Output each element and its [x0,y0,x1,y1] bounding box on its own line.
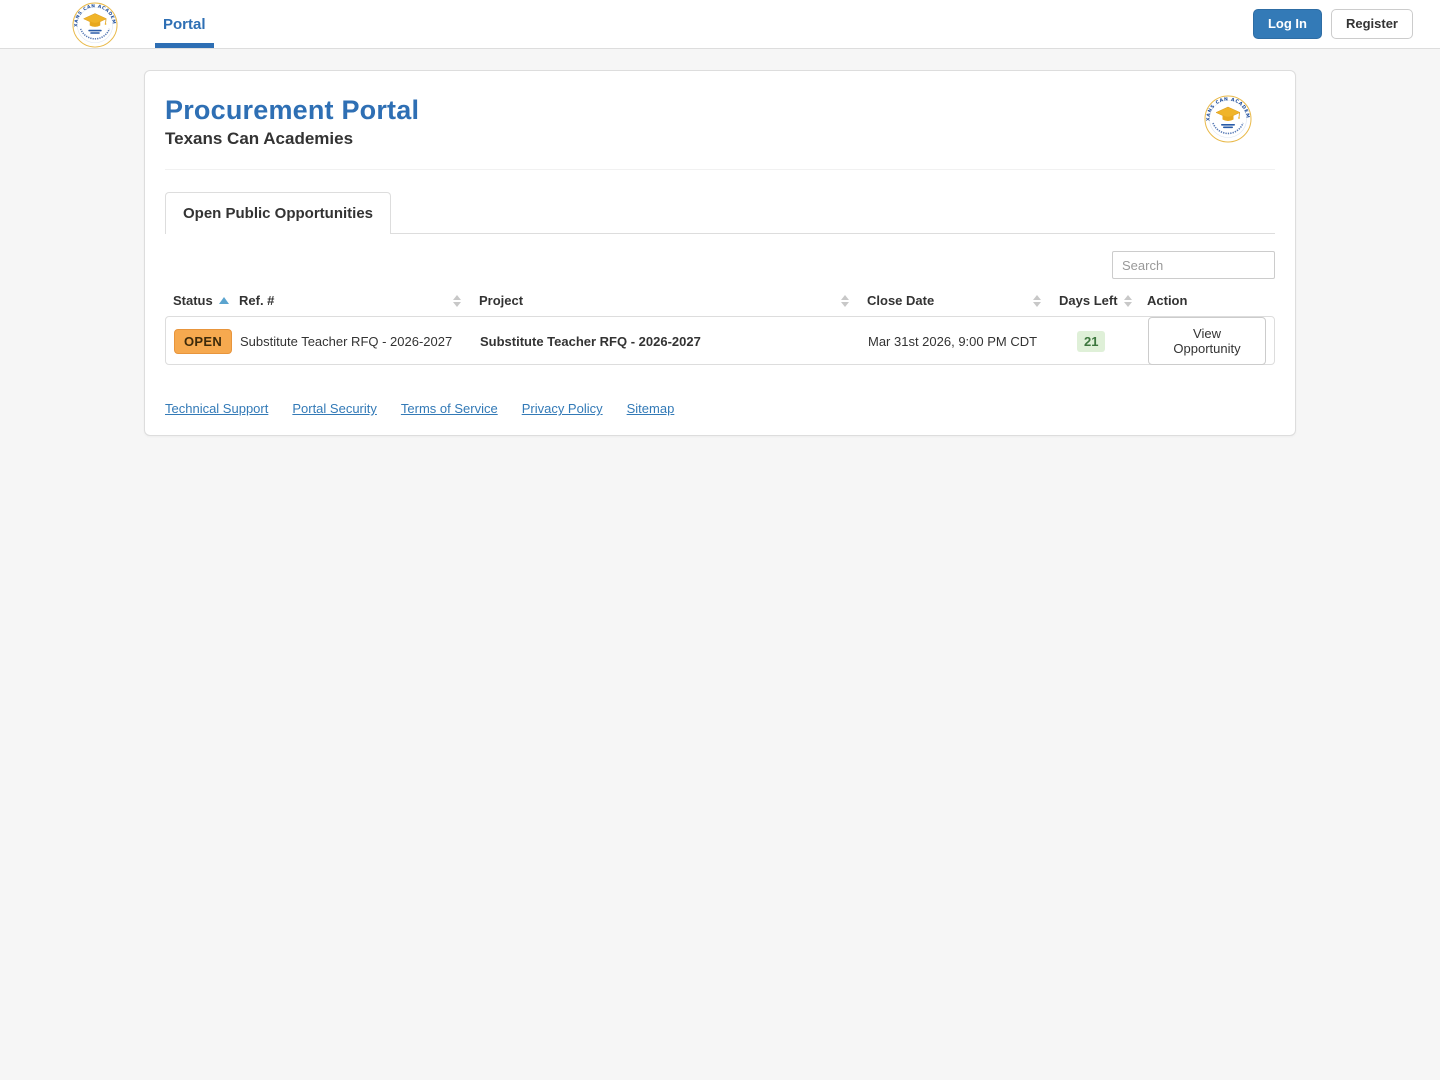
column-header-project[interactable]: Project [471,293,859,308]
card-footer-links: Technical Support Portal Security Terms … [165,401,1275,416]
close-date-cell: Mar 31st 2026, 9:00 PM CDT [868,333,1038,349]
top-navbar: TEXANS CAN ACADEMIES Portal Log In Regis… [0,0,1440,49]
search-row [165,251,1275,279]
action-cell: View Opportunity [1140,317,1274,365]
project-cell: Substitute Teacher RFQ - 2026-2027 [480,333,701,349]
ref-cell: Substitute Teacher RFQ - 2026-2027 [240,333,453,349]
sitemap-link[interactable]: Sitemap [627,401,675,416]
login-button[interactable]: Log In [1252,9,1322,39]
nav-portal-tab[interactable]: Portal [155,0,214,48]
register-button[interactable]: Register [1330,9,1413,39]
column-header-status[interactable]: Status [165,293,231,308]
sort-icon [1123,294,1132,307]
column-header-close-date[interactable]: Close Date [859,293,1051,308]
column-header-ref[interactable]: Ref. # [231,293,471,308]
procurement-portal-card: Procurement Portal Texans Can Academies … [144,70,1296,436]
days-left-badge: 21 [1077,330,1106,352]
sort-icon [453,294,461,307]
column-header-action: Action [1147,293,1188,308]
privacy-policy-link[interactable]: Privacy Policy [522,401,603,416]
card-header: Procurement Portal Texans Can Academies … [165,91,1275,170]
tab-bar: Open Public Opportunities [165,192,1275,234]
days-left-cell: 21 [1052,330,1140,352]
status-cell: OPEN [166,328,233,354]
texans-can-academies-seal-icon[interactable]: TEXANS CAN ACADEMIES [70,0,118,48]
search-input[interactable] [1112,251,1275,279]
status-open-badge: OPEN [174,328,233,354]
page-subtitle: Texans Can Academies [165,129,354,148]
view-opportunity-button[interactable]: View Opportunity [1148,317,1266,365]
portal-security-link[interactable]: Portal Security [292,401,377,416]
tab-open-public-opportunities[interactable]: Open Public Opportunities [165,192,392,234]
terms-of-service-link[interactable]: Terms of Service [401,401,498,416]
sort-icon [841,294,849,307]
opportunities-table-header: Status Ref. # Project Close Date Days Le… [165,289,1275,316]
auth-buttons: Log In Register [1252,9,1413,39]
technical-support-link[interactable]: Technical Support [165,401,268,416]
sort-icon [1033,294,1041,307]
texans-can-academies-seal-icon: TEXANS CAN ACADEMIES [1202,91,1252,143]
sort-ascending-icon [218,297,229,304]
opportunity-row: OPEN Substitute Teacher RFQ - 2026-2027 … [165,316,1275,365]
primary-nav: Portal [155,0,214,48]
column-header-days-left[interactable]: Days Left [1051,293,1139,308]
page-title: Procurement Portal [165,95,420,125]
